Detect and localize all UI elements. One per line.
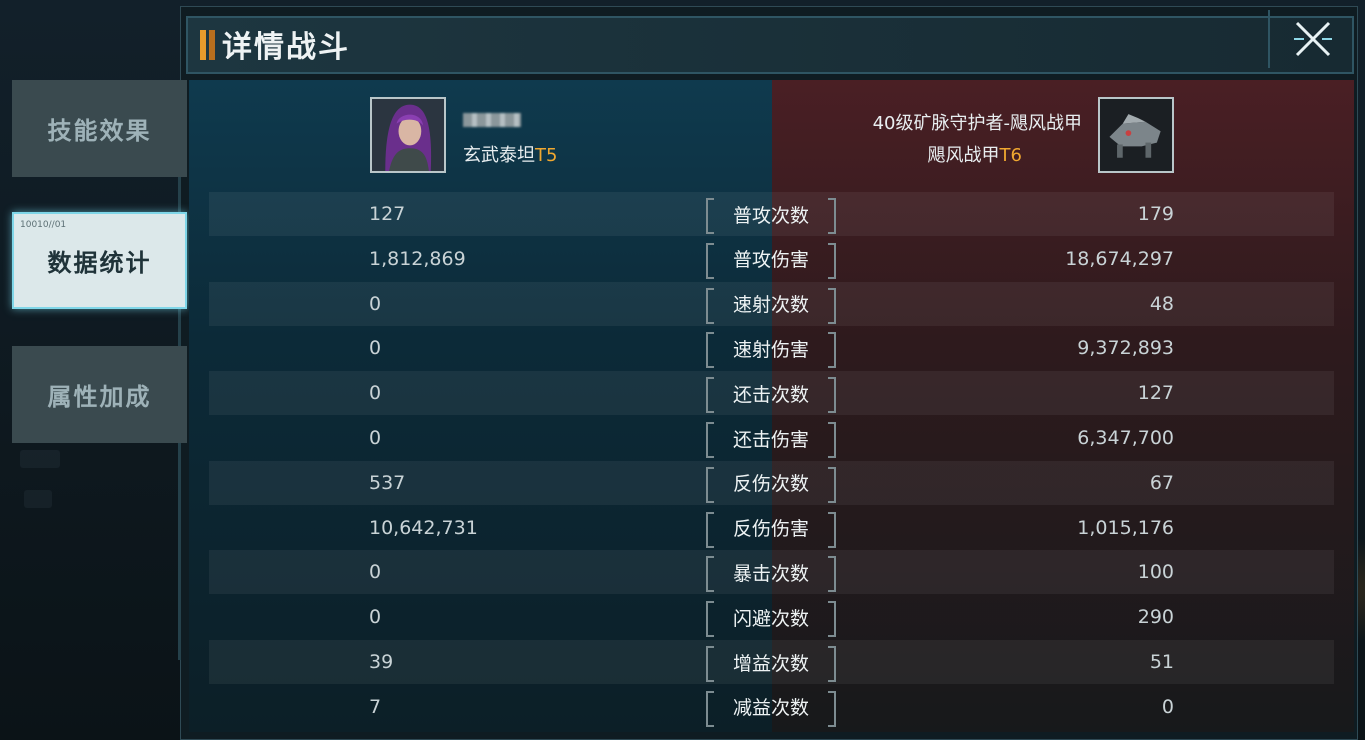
stats-row: 10,642,731 反伤伤害 1,015,176 <box>209 506 1334 550</box>
stat-label: 普攻次数 <box>706 198 836 234</box>
left-player-avatar[interactable] <box>370 97 446 173</box>
stat-label: 闪避次数 <box>706 601 836 638</box>
right-stat-value: 6,347,700 <box>1077 427 1174 449</box>
left-stat-value: 0 <box>369 292 382 315</box>
stats-row: 0 还击次数 127 <box>209 371 1334 416</box>
stats-row: 0 速射次数 48 <box>209 281 1334 326</box>
stats-row: 537 反伤次数 67 <box>209 460 1334 505</box>
right-enemy-avatar[interactable] <box>1098 97 1174 173</box>
stat-label: 减益次数 <box>706 690 836 727</box>
stats-row: 0 速射伤害 9,372,893 <box>209 326 1334 370</box>
stats-row: 1,812,869 普攻伤害 18,674,297 <box>209 237 1334 281</box>
stats-row: 0 闪避次数 290 <box>209 595 1334 639</box>
player-portrait-icon <box>372 99 444 171</box>
tab-attribute-bonus[interactable]: 属性加成 <box>12 346 187 443</box>
tab-skill-effects[interactable]: 技能效果 <box>12 80 187 177</box>
stat-label: 普攻伤害 <box>706 242 836 279</box>
right-stat-value: 9,372,893 <box>1077 337 1174 360</box>
left-stat-value: 537 <box>369 471 406 494</box>
right-stat-value: 1,015,176 <box>1077 516 1174 539</box>
right-stat-value: 100 <box>1137 561 1174 584</box>
stat-label: 还击伤害 <box>706 422 836 458</box>
stat-label: 增益次数 <box>706 646 836 682</box>
right-stat-value: 51 <box>1149 651 1174 673</box>
left-stat-value: 0 <box>369 337 382 360</box>
tab-label: 数据统计 <box>47 249 152 277</box>
tab-code: 10010//01 <box>20 220 67 230</box>
stats-row: 7 减益次数 0 <box>209 685 1334 729</box>
right-enemy-unit: 飓风战甲T6 <box>928 141 1022 167</box>
left-stat-value: 127 <box>369 203 406 225</box>
left-player-unit: 玄武泰坦T5 <box>463 141 557 167</box>
stat-label: 速射伤害 <box>706 332 836 369</box>
close-button[interactable] <box>1268 10 1356 68</box>
close-x-icon <box>1294 21 1332 57</box>
left-stat-value: 7 <box>369 695 382 718</box>
stat-label: 速射次数 <box>706 287 836 324</box>
unit-tier: T5 <box>535 145 558 166</box>
stat-label: 反伤次数 <box>706 466 836 503</box>
left-stat-value: 10,642,731 <box>369 516 478 539</box>
stats-row: 0 还击伤害 6,347,700 <box>209 416 1334 460</box>
title-accent-icon <box>200 30 218 60</box>
left-stat-value: 1,812,869 <box>369 247 466 270</box>
stats-row: 39 增益次数 51 <box>209 640 1334 684</box>
left-stat-value: 0 <box>369 561 382 584</box>
tab-label: 属性加成 <box>47 383 152 411</box>
title-bar <box>186 16 1354 74</box>
right-stat-value: 179 <box>1137 203 1174 225</box>
window-title: 详情战斗 <box>222 30 350 65</box>
left-stat-value: 0 <box>369 427 382 449</box>
right-stat-value: 67 <box>1149 471 1174 494</box>
left-stat-value: 39 <box>369 651 394 673</box>
stat-label: 反伤伤害 <box>706 511 836 548</box>
unit-name: 飓风战甲 <box>927 145 1000 166</box>
stat-label: 暴击次数 <box>706 556 836 593</box>
right-enemy-title: 40级矿脉守护者-飓风战甲 <box>872 113 1082 134</box>
stats-row: 0 暴击次数 100 <box>209 550 1334 595</box>
unit-tier: T6 <box>999 145 1022 166</box>
right-stat-value: 290 <box>1137 606 1174 629</box>
tab-label: 技能效果 <box>47 117 152 145</box>
left-stat-value: 0 <box>369 382 382 405</box>
player-name-redacted <box>463 113 521 127</box>
right-stat-value: 0 <box>1161 695 1174 718</box>
stat-label: 还击次数 <box>706 377 836 414</box>
right-stat-value: 48 <box>1149 292 1174 315</box>
right-stat-value: 18,674,297 <box>1065 247 1174 270</box>
mech-portrait-icon <box>1100 99 1172 171</box>
right-stat-value: 127 <box>1137 382 1174 405</box>
left-stat-value: 0 <box>369 606 382 629</box>
stats-row: 127 普攻次数 179 <box>209 192 1334 236</box>
unit-name: 玄武泰坦 <box>463 145 535 166</box>
tab-data-statistics[interactable]: 10010//01 数据统计 <box>12 212 187 309</box>
